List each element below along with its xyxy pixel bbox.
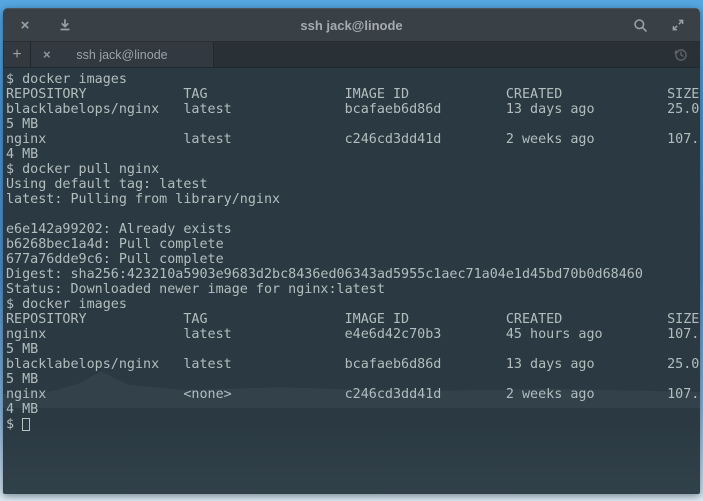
- terminal-line: Using default tag: latest: [6, 177, 700, 192]
- terminal-line: $ docker images: [6, 72, 700, 87]
- terminal-line: 5 MB: [6, 372, 700, 387]
- terminal-line: Digest: sha256:423210a5903e9683d2bc8436e…: [6, 267, 700, 282]
- terminal-line: nginx latest c246cd3dd41d 2 weeks ago 10…: [6, 132, 700, 147]
- terminal-line: nginx <none> c246cd3dd41d 2 weeks ago 10…: [6, 387, 700, 402]
- new-tab-button[interactable]: +: [4, 42, 31, 67]
- terminal-line: 677a76dde9c6: Pull complete: [6, 252, 700, 267]
- terminal-output[interactable]: $ docker imagesREPOSITORY TAG IMAGE ID C…: [3, 68, 700, 494]
- close-window-button[interactable]: ×: [17, 17, 33, 33]
- terminal-line: 4 MB: [6, 402, 700, 417]
- search-icon: [633, 18, 648, 33]
- history-icon: [673, 47, 689, 63]
- titlebar-left-buttons: ×: [17, 17, 73, 33]
- terminal-cursor: [22, 418, 30, 431]
- terminal-line: latest: Pulling from library/nginx: [6, 192, 700, 207]
- terminal-line: REPOSITORY TAG IMAGE ID CREATED SIZE: [6, 312, 700, 327]
- close-icon: ×: [21, 18, 30, 33]
- terminal-line: nginx latest e4e6d42c70b3 45 hours ago 1…: [6, 327, 700, 342]
- terminal-line: $ docker pull nginx: [6, 162, 700, 177]
- tabbar: + × ssh jack@linode: [3, 42, 700, 68]
- terminal-line: blacklabelops/nginx latest bcafaeb6d86d …: [6, 357, 700, 372]
- tab-ssh-session[interactable]: × ssh jack@linode: [31, 42, 214, 67]
- titlebar: × ssh jack@linode: [3, 8, 700, 42]
- terminal-line: e6e142a99202: Already exists: [6, 222, 700, 237]
- titlebar-right-buttons: [632, 17, 686, 33]
- window-title: ssh jack@linode: [3, 9, 700, 41]
- terminal-line: 4 MB: [6, 147, 700, 162]
- terminal-line: blacklabelops/nginx latest bcafaeb6d86d …: [6, 102, 700, 117]
- search-button[interactable]: [632, 17, 648, 33]
- terminal-line: 5 MB: [6, 117, 700, 132]
- history-button[interactable]: [673, 47, 689, 63]
- terminal-line: 5 MB: [6, 342, 700, 357]
- terminal-line: [6, 207, 700, 222]
- terminal-line: $: [6, 417, 700, 432]
- terminal-line: b6268bec1a4d: Pull complete: [6, 237, 700, 252]
- expand-button[interactable]: [670, 17, 686, 33]
- tabbar-empty-area: [214, 42, 700, 67]
- terminal-line: REPOSITORY TAG IMAGE ID CREATED SIZE: [6, 87, 700, 102]
- terminal-line: Status: Downloaded newer image for nginx…: [6, 282, 700, 297]
- download-button[interactable]: [57, 17, 73, 33]
- terminal-line: $ docker images: [6, 297, 700, 312]
- tab-close-icon[interactable]: ×: [43, 42, 51, 67]
- terminal-bottom-glow: [3, 424, 700, 494]
- terminal-window: × ssh jack@linode: [3, 8, 700, 494]
- tab-label: ssh jack@linode: [76, 48, 167, 62]
- expand-icon: [671, 18, 685, 32]
- download-icon: [58, 18, 72, 32]
